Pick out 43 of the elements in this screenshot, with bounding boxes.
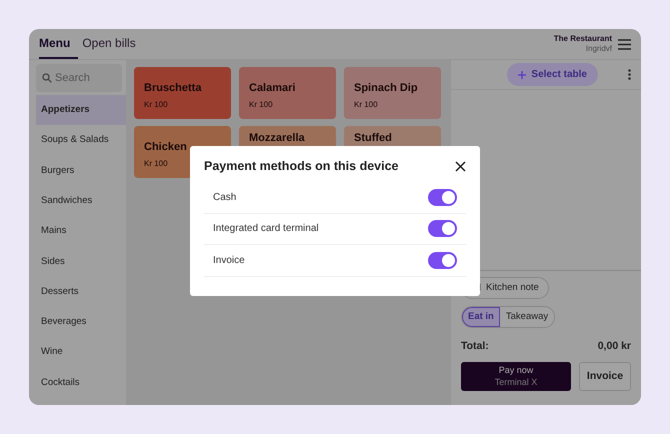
user-name: Ingridvf <box>584 44 612 54</box>
product-name: Bruschetta <box>144 81 202 96</box>
product-name: Spinach Dip <box>354 81 418 96</box>
search-icon <box>42 73 52 83</box>
product-price: Kr 100 <box>249 98 273 110</box>
search-field[interactable]: Search <box>36 64 122 92</box>
category-item[interactable]: Soups & Salads <box>36 125 126 156</box>
toggle-switch[interactable] <box>428 188 457 206</box>
close-icon[interactable] <box>455 161 466 172</box>
toggle-switch[interactable] <box>428 220 457 238</box>
category-item[interactable]: Wine <box>36 337 126 368</box>
menu-icon[interactable] <box>618 38 631 50</box>
category-item[interactable]: Sides <box>36 246 126 277</box>
total-label: Total: <box>461 339 489 354</box>
payment-method-label: Integrated card terminal <box>213 222 319 236</box>
payment-method-label: Cash <box>213 190 236 205</box>
category-item[interactable]: Beverages <box>36 307 126 338</box>
tab[interactable]: Open bills <box>82 29 144 59</box>
select-table-button[interactable]: Select table <box>507 63 598 86</box>
total-amount: 0,00 kr <box>598 339 631 354</box>
product-name: Stuffed <box>354 131 392 146</box>
category-item[interactable]: Desserts <box>36 276 126 308</box>
order-type-option[interactable]: Eat in <box>462 307 500 328</box>
plus-icon <box>518 70 526 78</box>
pay-now-button[interactable]: Pay now Terminal X <box>461 362 571 391</box>
category-item[interactable]: Cocktails <box>36 368 126 398</box>
category-item[interactable]: Burgers <box>36 156 126 186</box>
category-item[interactable]: Sandwiches <box>36 186 126 216</box>
product-name: Calamari <box>249 81 296 96</box>
toggle-switch[interactable] <box>428 252 457 269</box>
category-item[interactable]: Appetizers <box>36 95 126 126</box>
payment-method-label: Invoice <box>213 254 245 268</box>
product-tile[interactable]: Calamari Kr 100 <box>239 67 336 119</box>
restaurant-name: The Restaurant <box>554 34 612 44</box>
more-icon[interactable] <box>628 69 631 80</box>
product-name: Mozzarella <box>249 131 305 146</box>
product-price: Kr 100 <box>354 98 378 110</box>
product-name: Chicken <box>144 140 187 155</box>
product-price: Kr 100 <box>144 98 168 110</box>
product-price: Kr 100 <box>144 158 168 170</box>
category-item[interactable]: Mains <box>36 216 126 246</box>
product-tile[interactable]: Spinach Dip Kr 100 <box>344 67 441 119</box>
invoice-button[interactable]: Invoice <box>579 362 631 391</box>
